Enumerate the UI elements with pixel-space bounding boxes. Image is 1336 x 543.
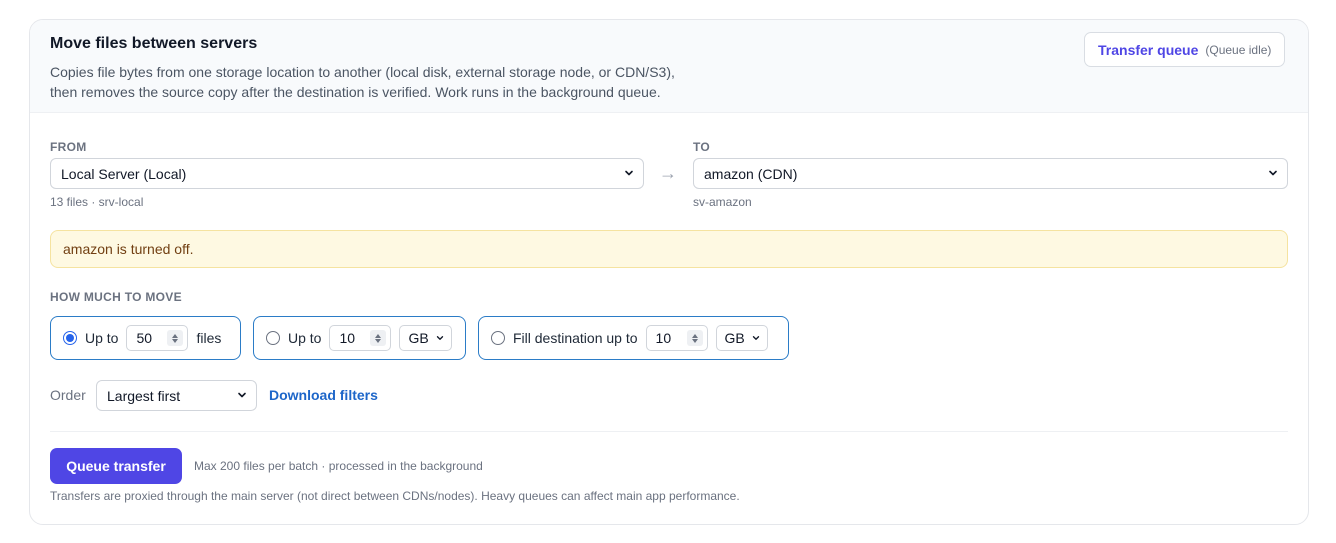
to-server-info: sv-amazon — [693, 195, 752, 209]
proxy-note: Transfers are proxied through the main s… — [50, 489, 740, 503]
from-server-select[interactable]: Local Server (Local) — [50, 158, 644, 189]
chevron-down-icon — [238, 392, 246, 398]
divider — [50, 431, 1288, 432]
description-line-1: Copies file bytes from one storage locat… — [50, 64, 675, 80]
stepper-icon[interactable] — [370, 330, 387, 346]
arrow-right-icon: → — [659, 163, 677, 183]
fill-size-input[interactable]: 10 — [645, 325, 708, 351]
order-label: Order — [50, 387, 86, 403]
size-unit-select[interactable]: GB — [399, 325, 452, 351]
option-prefix: Up to — [288, 330, 322, 346]
chevron-down-icon — [752, 336, 759, 340]
option-prefix: Up to — [85, 330, 119, 346]
batch-hint: Max 200 files per batch · processed in t… — [194, 459, 483, 473]
radio-size[interactable] — [266, 331, 280, 345]
size-input[interactable]: 10 — [329, 325, 392, 351]
size-unit-value: GB — [408, 330, 429, 346]
alert-text: amazon is turned off. — [63, 241, 194, 257]
amount-option-fill[interactable]: Fill destination up to 10 GB — [478, 316, 789, 360]
from-label: FROM — [50, 140, 87, 154]
stepper-icon[interactable] — [686, 330, 703, 346]
size-value: 10 — [339, 330, 356, 346]
card-header: Move files between servers Copies file b… — [30, 20, 1308, 113]
stepper-icon[interactable] — [167, 330, 184, 346]
download-filters-link[interactable]: Download filters — [269, 387, 378, 403]
order-select[interactable]: Largest first — [96, 380, 257, 411]
to-label: TO — [693, 140, 711, 154]
to-server-value: amazon (CDN) — [704, 165, 798, 182]
to-server-select[interactable]: amazon (CDN) — [693, 158, 1288, 189]
option-suffix: files — [196, 330, 222, 346]
files-count-input[interactable]: 50 — [126, 325, 189, 351]
radio-files[interactable] — [63, 331, 77, 345]
transfer-queue-label: Transfer queue — [1098, 41, 1199, 58]
fill-unit-value: GB — [724, 330, 745, 346]
radio-fill[interactable] — [491, 331, 505, 345]
fill-size-value: 10 — [655, 330, 672, 346]
move-files-card: Move files between servers Copies file b… — [29, 19, 1309, 525]
from-server-value: Local Server (Local) — [61, 165, 187, 182]
card-title: Move files between servers — [50, 35, 258, 52]
transfer-queue-button[interactable]: Transfer queue (Queue idle) — [1084, 32, 1286, 67]
from-server-info: 13 files · srv-local — [50, 195, 144, 209]
files-count-value: 50 — [136, 330, 153, 346]
chevron-down-icon — [625, 170, 633, 176]
card-description: Copies file bytes from one storage locat… — [50, 62, 770, 102]
fill-unit-select[interactable]: GB — [715, 325, 768, 351]
description-line-2: then removes the source copy after the d… — [50, 84, 661, 100]
chevron-down-icon — [1269, 170, 1277, 176]
amount-option-files[interactable]: Up to 50 files — [50, 316, 241, 360]
warning-alert: amazon is turned off. — [50, 230, 1288, 268]
amount-label: HOW MUCH TO MOVE — [50, 290, 182, 304]
order-value: Largest first — [107, 387, 181, 404]
queue-status: (Queue idle) — [1205, 42, 1272, 57]
option-prefix: Fill destination up to — [513, 330, 638, 346]
queue-transfer-button[interactable]: Queue transfer — [50, 448, 182, 484]
chevron-down-icon — [436, 336, 443, 340]
amount-option-size[interactable]: Up to 10 GB — [253, 316, 466, 360]
